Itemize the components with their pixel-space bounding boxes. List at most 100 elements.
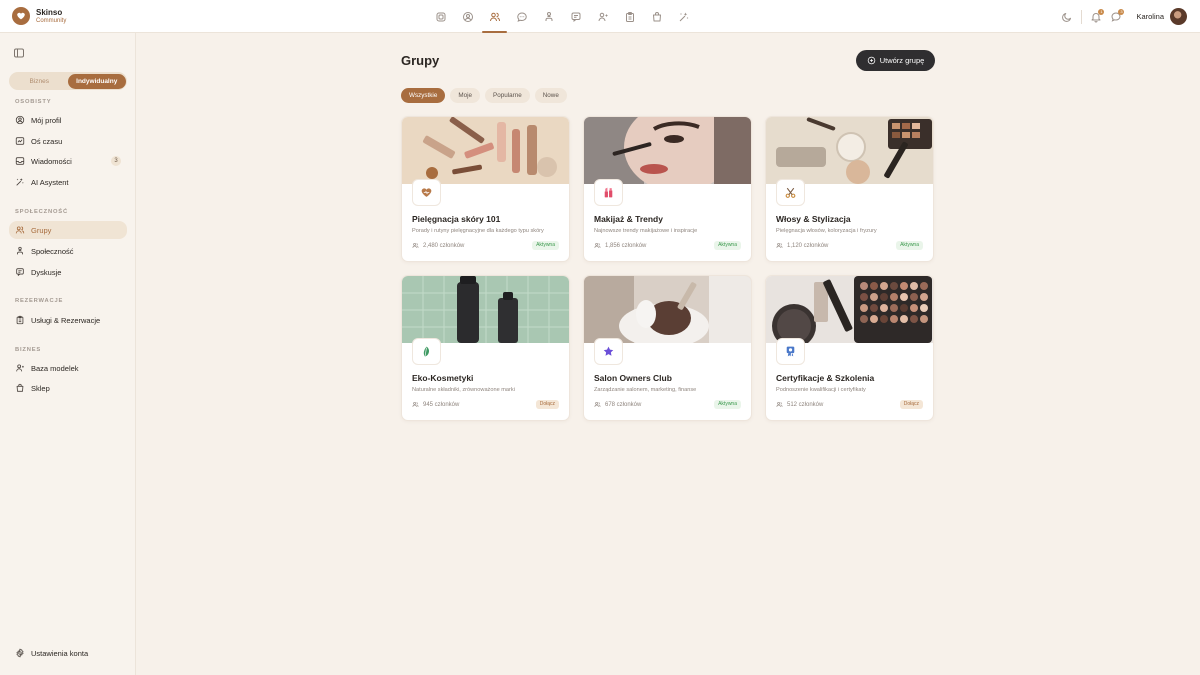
group-icon-badge — [594, 338, 623, 365]
sidebar-item-label: Ustawienia konta — [31, 648, 89, 658]
gear-icon — [15, 648, 25, 658]
sidebar-item-models[interactable]: Baza modelek — [9, 359, 127, 377]
group-description: Podnoszenie kwalifikacji i certyfikaty — [776, 387, 866, 393]
user-name[interactable]: Karolina — [1136, 12, 1164, 21]
members-count: 1,120 członków — [787, 242, 829, 249]
mode-individual[interactable]: Indywidualny — [68, 73, 126, 89]
group-cover-image — [402, 117, 569, 184]
members-count: 2,480 członków — [423, 242, 465, 249]
top-nav — [427, 0, 697, 33]
group-title: Makijaż & Trendy — [594, 214, 663, 224]
topnav-models[interactable] — [589, 0, 616, 33]
sidebar-item-messages[interactable]: Wiadomości 3 — [9, 152, 127, 170]
group-card[interactable]: Włosy & Stylizacja Pielęgnacja włosów, k… — [765, 116, 934, 262]
sidebar: Biznes Indywidualny OSOBISTY Mój profil … — [0, 33, 136, 675]
sidebar-panel-icon — [13, 47, 25, 59]
join-button[interactable]: Dołącz — [535, 400, 559, 409]
ai-tools-icon — [15, 177, 25, 187]
group-members: 678 członków — [594, 401, 641, 408]
brand-subtitle: Community — [36, 17, 67, 24]
group-card[interactable]: Pielęgnacja skóry 101 Porady i rutyny pi… — [401, 116, 570, 262]
group-icon-badge — [776, 338, 805, 365]
group-card[interactable]: Makijaż & Trendy Najnowsze trendy makija… — [583, 116, 752, 262]
theme-toggle[interactable] — [1059, 9, 1075, 25]
sidebar-item-label: AI Asystent — [31, 177, 69, 187]
discussion-icon — [570, 11, 582, 23]
topnav-bookings[interactable] — [616, 0, 643, 33]
sidebar-item-label: Mój profil — [31, 115, 62, 125]
mode-business[interactable]: Biznes — [11, 74, 69, 89]
topnav-messages[interactable] — [508, 0, 535, 33]
group-title: Salon Owners Club — [594, 373, 672, 383]
groups-icon — [489, 11, 501, 23]
community-icon — [15, 246, 25, 256]
section-title-community: SPOŁECZNOŚĆ — [15, 209, 68, 215]
group-cover-image — [766, 276, 933, 343]
sidebar-item-shop[interactable]: Sklep — [9, 379, 127, 397]
group-card[interactable]: Eko-Kosmetyki Naturalne składniki, zrówn… — [401, 275, 570, 421]
sidebar-item-groups[interactable]: Grupy — [9, 221, 127, 239]
group-members: 1,120 członków — [776, 242, 828, 249]
group-description: Zarządzanie salonem, marketing, finanse — [594, 387, 697, 393]
sidebar-item-account-settings[interactable]: Ustawienia konta — [9, 644, 127, 662]
group-members: 2,480 członków — [412, 242, 464, 249]
sidebar-item-community[interactable]: Społeczność — [9, 242, 127, 260]
notifications-badge: 1 — [1098, 8, 1105, 15]
topnav-ai[interactable] — [670, 0, 697, 33]
filter-popular[interactable]: Popularne — [485, 88, 530, 103]
chat-icon — [516, 11, 528, 23]
group-members: 1,856 członków — [594, 242, 646, 249]
clipboard-icon — [624, 11, 636, 23]
topnav-dashboard[interactable] — [427, 0, 454, 33]
topnav-shop[interactable] — [643, 0, 670, 33]
community-icon — [543, 11, 555, 23]
create-group-button[interactable]: Utwórz grupę — [856, 50, 935, 71]
notifications-button[interactable]: 1 — [1088, 8, 1105, 25]
mode-toggle: Biznes Indywidualny — [9, 72, 127, 90]
filter-mine[interactable]: Moje — [450, 88, 480, 103]
sidebar-item-label: Społeczność — [31, 246, 74, 256]
sidebar-item-discussions[interactable]: Dyskusje — [9, 263, 127, 281]
join-button[interactable]: Dołącz — [899, 400, 923, 409]
star-icon — [603, 346, 614, 356]
messages-button[interactable]: 3 — [1108, 8, 1125, 25]
avatar[interactable] — [1170, 8, 1187, 25]
group-cover-image — [584, 117, 751, 184]
page-title: Grupy — [401, 53, 440, 68]
sidebar-collapse-button[interactable] — [13, 46, 25, 58]
group-icon-badge — [776, 179, 805, 206]
topnav-groups[interactable] — [481, 0, 508, 33]
group-icon-badge — [412, 338, 441, 365]
group-card[interactable]: Certyfikacje & Szkolenia Podnoszenie kwa… — [765, 275, 934, 421]
brand[interactable]: Skinso Community — [12, 7, 66, 25]
contacts-icon — [597, 11, 609, 23]
group-title: Certyfikacje & Szkolenia — [776, 373, 875, 383]
sidebar-item-timeline[interactable]: Oś czasu — [9, 132, 127, 150]
moon-icon — [1061, 11, 1073, 23]
sidebar-item-label: Grupy — [31, 225, 52, 235]
section-title-business: BIZNES — [15, 347, 42, 353]
topnav-discussions[interactable] — [562, 0, 589, 33]
sidebar-item-services-bookings[interactable]: Usługi & Rezerwacje — [9, 311, 127, 329]
status-badge: Aktywna — [532, 241, 559, 250]
status-badge: Aktywna — [714, 400, 741, 409]
members-count: 1,856 członków — [605, 242, 647, 249]
topnav-community[interactable] — [535, 0, 562, 33]
members-count: 678 członków — [605, 401, 642, 408]
topnav-profile[interactable] — [454, 0, 481, 33]
sidebar-item-profile[interactable]: Mój profil — [9, 111, 127, 129]
group-card[interactable]: Salon Owners Club Zarządzanie salonem, m… — [583, 275, 752, 421]
group-cover-image — [766, 117, 933, 184]
certificate-icon — [786, 346, 795, 357]
group-members: 945 członków — [412, 401, 459, 408]
shopping-bag-icon — [651, 11, 663, 23]
filter-all[interactable]: Wszystkie — [401, 88, 446, 103]
section-title-bookings: REZERWACJE — [15, 298, 64, 304]
divider — [1081, 9, 1083, 24]
group-icon-badge — [594, 179, 623, 206]
members-count: 945 członków — [423, 401, 460, 408]
sidebar-item-ai-assistant[interactable]: AI Asystent — [9, 173, 127, 191]
shopping-bag-icon — [15, 383, 25, 393]
group-description: Naturalne składniki, zrównoważone marki — [412, 387, 515, 393]
filter-new[interactable]: Nowe — [534, 88, 567, 103]
